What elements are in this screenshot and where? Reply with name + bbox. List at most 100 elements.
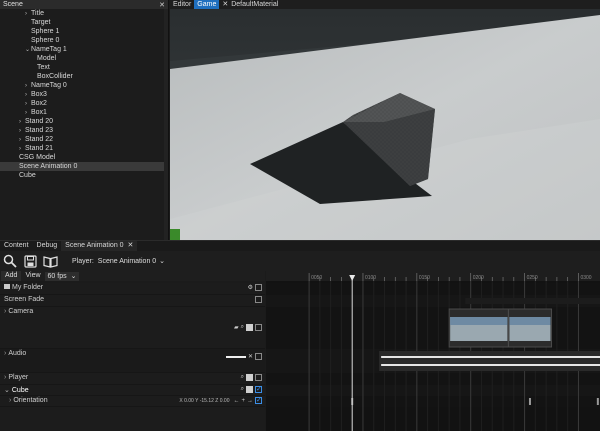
close-icon[interactable]: ✕: [128, 242, 134, 249]
scene-tree-item[interactable]: Scene Animation 0: [0, 162, 168, 171]
track-enabled-checkbox[interactable]: [255, 397, 262, 404]
scene-tree-item-label: Box2: [31, 100, 47, 107]
scene-tree-item[interactable]: › Stand 20: [0, 117, 168, 126]
scene-tree-item[interactable]: › Stand 23: [0, 126, 168, 135]
tab-label: Debug: [36, 242, 58, 249]
game-viewport[interactable]: [170, 9, 600, 240]
book-icon[interactable]: [42, 253, 58, 269]
gear-icon[interactable]: ⚙: [248, 284, 253, 291]
track-name: Camera: [8, 308, 34, 315]
chevron-right-icon[interactable]: ›: [4, 350, 6, 357]
chevron-right-icon[interactable]: ›: [9, 397, 11, 404]
track-name: Orientation: [13, 397, 48, 404]
orientation-readout: X 0.00 Y -15.12 Z 0.00: [179, 397, 230, 404]
tab-content[interactable]: Content: [0, 241, 33, 251]
tab-defaultmaterial[interactable]: ✕ DefaultMaterial: [219, 0, 281, 9]
timeline-ruler-label: 0200: [473, 275, 484, 281]
folder-icon: [4, 284, 10, 289]
scene-tree-item[interactable]: › Stand 22: [0, 135, 168, 144]
player-select[interactable]: Scene Animation 0 ⌄: [98, 257, 165, 265]
search-icon[interactable]: [2, 253, 18, 269]
timeline-ruler-label: 0250: [527, 275, 538, 281]
track-player[interactable]: › Player ⌕: [0, 373, 265, 385]
scene-tree-item[interactable]: › NameTag 0: [0, 81, 168, 90]
tab-debug[interactable]: Debug: [33, 241, 62, 251]
chevron-down-icon[interactable]: ⌄: [4, 387, 10, 394]
close-icon[interactable]: ✕: [248, 353, 253, 360]
scene-panel-close-icon[interactable]: ✕: [159, 1, 165, 9]
track-enabled-checkbox[interactable]: [255, 386, 262, 393]
timeline-canvas[interactable]: 0050 0100 0150 0200 0250 0300: [266, 271, 600, 431]
track-camera[interactable]: › Camera ▰ ⌕: [0, 307, 265, 349]
scene-tree-item[interactable]: › Title: [0, 9, 168, 18]
camera-icon[interactable]: ▰: [234, 324, 239, 331]
scene-tree-item[interactable]: Text: [0, 63, 168, 72]
timeline-ruler-label: 0050: [311, 275, 322, 281]
track-name: Screen Fade: [4, 296, 45, 303]
timeline[interactable]: 0050 0100 0150 0200 0250 0300: [266, 271, 600, 431]
scene-tree-item-label: Target: [31, 19, 51, 26]
game-viewport-render: [170, 9, 600, 240]
scene-tree-item[interactable]: › Stand 21: [0, 144, 168, 153]
search-icon[interactable]: ⌕: [241, 374, 244, 381]
track-enabled-checkbox[interactable]: [255, 296, 262, 303]
volume-slider-icon[interactable]: [225, 355, 246, 358]
animation-toolbar: Player: Scene Animation 0 ⌄: [0, 251, 600, 271]
scene-tree-item[interactable]: BoxCollider: [0, 72, 168, 81]
fps-select[interactable]: 60 fps ⌄: [44, 271, 80, 281]
scene-tree-item[interactable]: Cube: [0, 171, 168, 180]
chevron-right-icon[interactable]: ›: [4, 308, 6, 315]
audio-clip: [379, 351, 600, 371]
timeline-row-band: [266, 283, 600, 295]
close-icon[interactable]: ✕: [222, 1, 228, 8]
keyframe-button[interactable]: [246, 324, 253, 331]
scene-tree-item-label: CSG Model: [19, 154, 56, 161]
track-orientation[interactable]: › Orientation X 0.00 Y -15.12 Z 0.00 ← + →: [0, 396, 265, 407]
scene-tree-item-label: Cube: [19, 172, 36, 179]
scene-tree-item[interactable]: › Box3: [0, 90, 168, 99]
track-enabled-checkbox[interactable]: [255, 284, 262, 291]
track-name: Player: [8, 374, 29, 381]
scene-panel-header: Scene ✕: [0, 0, 168, 9]
search-icon[interactable]: ⌕: [241, 324, 244, 331]
animation-subbar: Add View 60 fps ⌄: [0, 271, 265, 281]
keyframe-button[interactable]: [246, 386, 253, 393]
track-enabled-checkbox[interactable]: [255, 324, 262, 331]
scene-scrollbar[interactable]: [164, 9, 168, 240]
chevron-right-icon[interactable]: ›: [4, 374, 6, 381]
track-my-folder[interactable]: My Folder ⚙: [0, 283, 265, 295]
search-icon[interactable]: ⌕: [241, 386, 244, 393]
track-audio[interactable]: › Audio ✕: [0, 349, 265, 373]
tab-editor[interactable]: Editor: [170, 0, 194, 9]
scene-tree-item[interactable]: Model: [0, 54, 168, 63]
scene-tree-item-label: Stand 20: [25, 118, 54, 125]
add-keyframe-icon[interactable]: +: [241, 398, 245, 404]
timeline-row-band: [266, 385, 600, 396]
add-track-button[interactable]: Add: [1, 271, 22, 281]
save-icon[interactable]: [22, 253, 38, 269]
track-enabled-checkbox[interactable]: [255, 353, 262, 360]
track-cube[interactable]: ⌄ Cube ⌕: [0, 385, 265, 396]
orientation-keyframe: [596, 398, 599, 405]
keyframe-button[interactable]: [246, 374, 253, 381]
track-screen-fade[interactable]: Screen Fade: [0, 295, 265, 307]
track-enabled-checkbox[interactable]: [255, 374, 262, 381]
view-button[interactable]: View: [21, 271, 44, 281]
scene-tree-item[interactable]: › Box2: [0, 99, 168, 108]
scene-tree-item-label: NameTag 1: [31, 46, 67, 53]
tab-label: Content: [4, 242, 29, 249]
tab-game[interactable]: Game: [194, 0, 220, 9]
scene-tree-item[interactable]: CSG Model: [0, 153, 168, 162]
arrow-right-icon[interactable]: →: [247, 398, 253, 404]
scene-tree-item[interactable]: › Box1: [0, 108, 168, 117]
scene-tree-item[interactable]: Target: [0, 18, 168, 27]
tab-label: Editor: [173, 1, 192, 8]
arrow-left-icon[interactable]: ←: [233, 398, 239, 404]
chevron-down-icon: ⌄: [70, 272, 77, 280]
tab-scene-animation-0[interactable]: Scene Animation 0 ✕: [61, 241, 138, 251]
scene-tree-item[interactable]: Sphere 1: [0, 27, 168, 36]
scene-tree-item[interactable]: ⌄NameTag 1: [0, 45, 168, 54]
viewport-tabs: Editor Game ✕ DefaultMaterial: [170, 0, 600, 9]
scene-tree-item-label: Text: [37, 64, 50, 71]
scene-tree-item[interactable]: Sphere 0: [0, 36, 168, 45]
